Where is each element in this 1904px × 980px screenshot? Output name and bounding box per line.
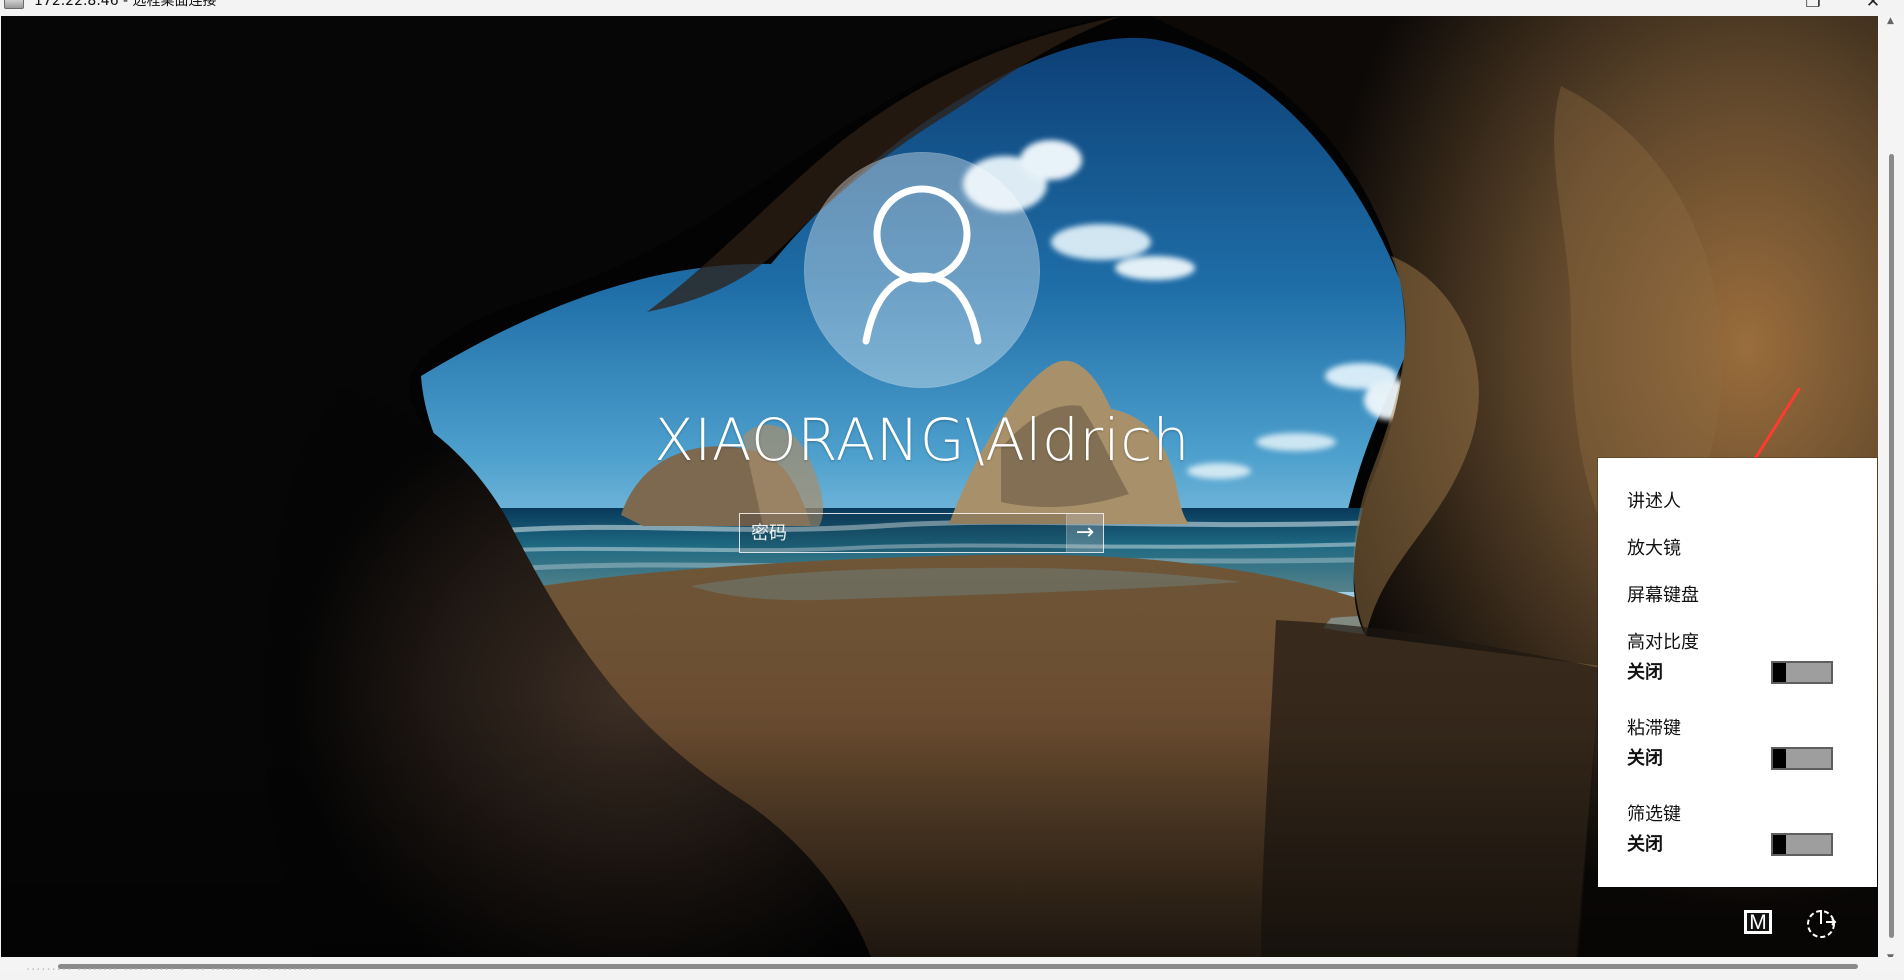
remote-desktop-window: 172.22.8.46 - 远程桌面连接 ❐ ✕ XIAORANG\Aldric… (0, 0, 1904, 980)
switch-thumb (1773, 663, 1786, 682)
password-input[interactable] (740, 514, 1066, 552)
filter-keys-toggle-row[interactable]: 筛选键 关闭 (1627, 801, 1857, 871)
password-submit-button[interactable]: → (1066, 514, 1103, 552)
bottom-strip-text: ········· ········ ·········· · ··· ····… (26, 963, 319, 978)
power-icon[interactable] (1801, 902, 1843, 944)
scroll-up-icon[interactable]: ▲ (1887, 17, 1895, 26)
password-form: → (739, 513, 1104, 553)
menu-item-magnifier[interactable]: 放大镜 (1627, 534, 1827, 564)
high-contrast-switch[interactable] (1771, 661, 1833, 684)
sticky-keys-toggle-row[interactable]: 粘滞键 关闭 (1627, 715, 1857, 785)
restore-icon[interactable]: ❐ (1792, 0, 1834, 12)
windows-login-screen: XIAORANG\Aldrich → 讲述人 放大镜 屏幕键盘 高对比度 关闭 (1, 16, 1878, 957)
svg-text:M: M (1749, 911, 1767, 934)
filter-keys-state: 关闭 (1627, 834, 1663, 855)
sticky-keys-switch[interactable] (1771, 747, 1833, 770)
switch-thumb (1773, 749, 1786, 768)
narrator-m-icon-svg: M (1744, 910, 1772, 934)
user-avatar-icon (862, 185, 982, 345)
window-titlebar[interactable]: 172.22.8.46 - 远程桌面连接 ❐ ✕ (0, 0, 1904, 16)
user-avatar (804, 152, 1040, 388)
high-contrast-toggle-row[interactable]: 高对比度 关闭 (1627, 629, 1857, 699)
high-contrast-label: 高对比度 (1627, 632, 1699, 653)
ease-of-access-menu: 讲述人 放大镜 屏幕键盘 高对比度 关闭 粘滞键 关闭 筛选键 关闭 (1598, 458, 1877, 887)
menu-item-narrator[interactable]: 讲述人 (1627, 487, 1827, 517)
filter-keys-switch[interactable] (1771, 833, 1833, 856)
filter-keys-label: 筛选键 (1627, 804, 1681, 825)
window-title: 172.22.8.46 - 远程桌面连接 (34, 0, 217, 9)
power-icon-svg (1807, 910, 1837, 938)
remote-desktop-icon (4, 0, 24, 9)
close-icon[interactable]: ✕ (1852, 0, 1894, 12)
vertical-scroll-thumb[interactable] (1889, 154, 1894, 938)
horizontal-scroll-thumb[interactable] (58, 964, 1858, 969)
sticky-keys-state: 关闭 (1627, 748, 1663, 769)
bottom-status-strip: ········· ········ ·········· · ··· ····… (0, 963, 1904, 980)
switch-thumb (1773, 835, 1786, 854)
arrow-right-icon: → (1075, 520, 1095, 545)
sticky-keys-label: 粘滞键 (1627, 718, 1681, 739)
high-contrast-state: 关闭 (1627, 662, 1663, 683)
vertical-scrollbar[interactable] (1878, 16, 1904, 957)
narrator-m-icon[interactable]: M (1740, 902, 1782, 944)
menu-item-on-screen-keyboard[interactable]: 屏幕键盘 (1627, 581, 1827, 611)
login-username: XIAORANG\Aldrich (654, 406, 1190, 474)
